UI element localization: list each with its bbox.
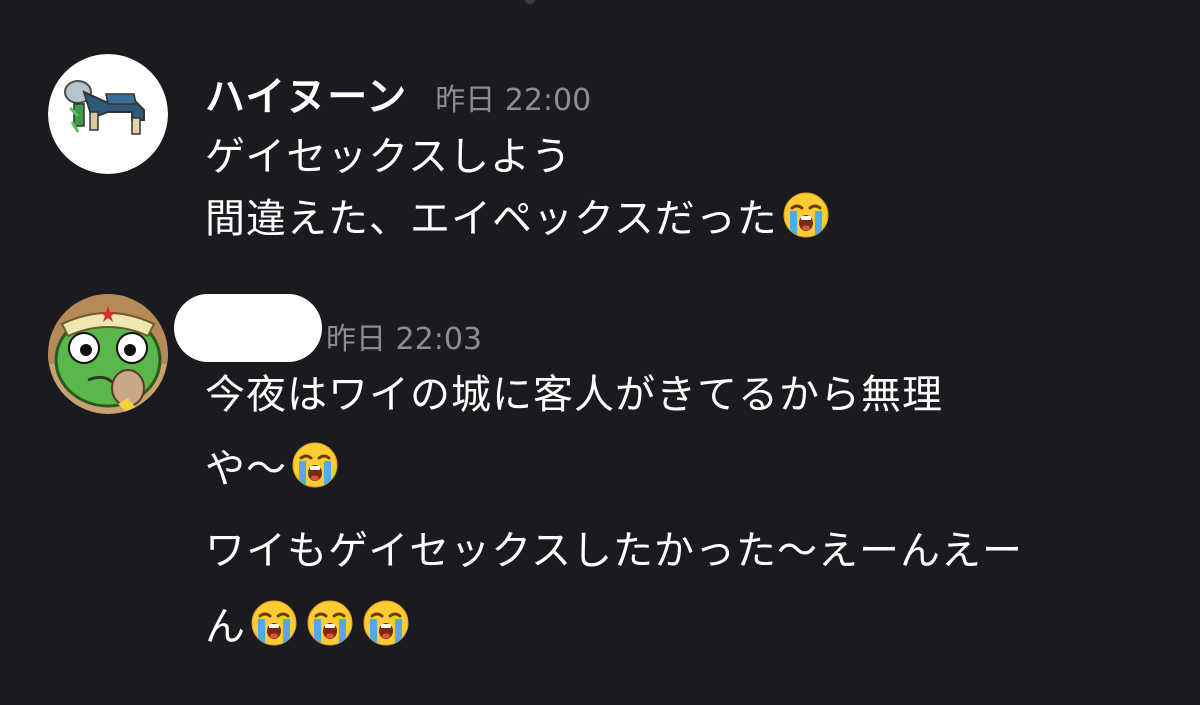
loudly-crying-face-icon (362, 599, 410, 647)
redacted-username (174, 294, 322, 362)
message-text: ん (205, 604, 246, 650)
divider-dot (524, 0, 536, 4)
message-text: や〜 (205, 446, 287, 492)
timestamp: 昨日 22:03 (326, 322, 482, 357)
chat-view: ハイヌーン 昨日 22:00 ゲイセックスしよう 間違えた、エイペックスだった (0, 0, 1200, 705)
message-text: 今夜はワイの城に客人がきてるから無理 (205, 372, 943, 418)
username[interactable]: ハイヌーン (205, 64, 407, 122)
message-header: ハイヌーン 昨日 22:00 (205, 64, 591, 120)
loudly-crying-face-icon (291, 441, 339, 489)
avatar[interactable] (48, 54, 168, 174)
timestamp: 昨日 22:00 (435, 83, 592, 118)
loudly-crying-face-icon (250, 599, 298, 647)
message-line: ん (205, 594, 410, 652)
avatar[interactable] (48, 294, 168, 414)
message-line: や〜 (205, 436, 339, 494)
message-text: ゲイセックスしよう (205, 134, 572, 180)
message-line: 間違えた、エイペックスだった (205, 186, 830, 244)
loudly-crying-face-icon (782, 191, 830, 239)
message-text: 間違えた、エイペックスだった (205, 196, 778, 242)
message-line: 今夜はワイの城に客人がきてるから無理 (205, 362, 943, 420)
message-line: ワイもゲイセックスしたかった〜えーんえー (205, 518, 1023, 576)
message-line: ゲイセックスしよう (205, 124, 572, 182)
loudly-crying-face-icon (306, 599, 354, 647)
message-text: ワイもゲイセックスしたかった〜えーんえー (205, 528, 1023, 574)
